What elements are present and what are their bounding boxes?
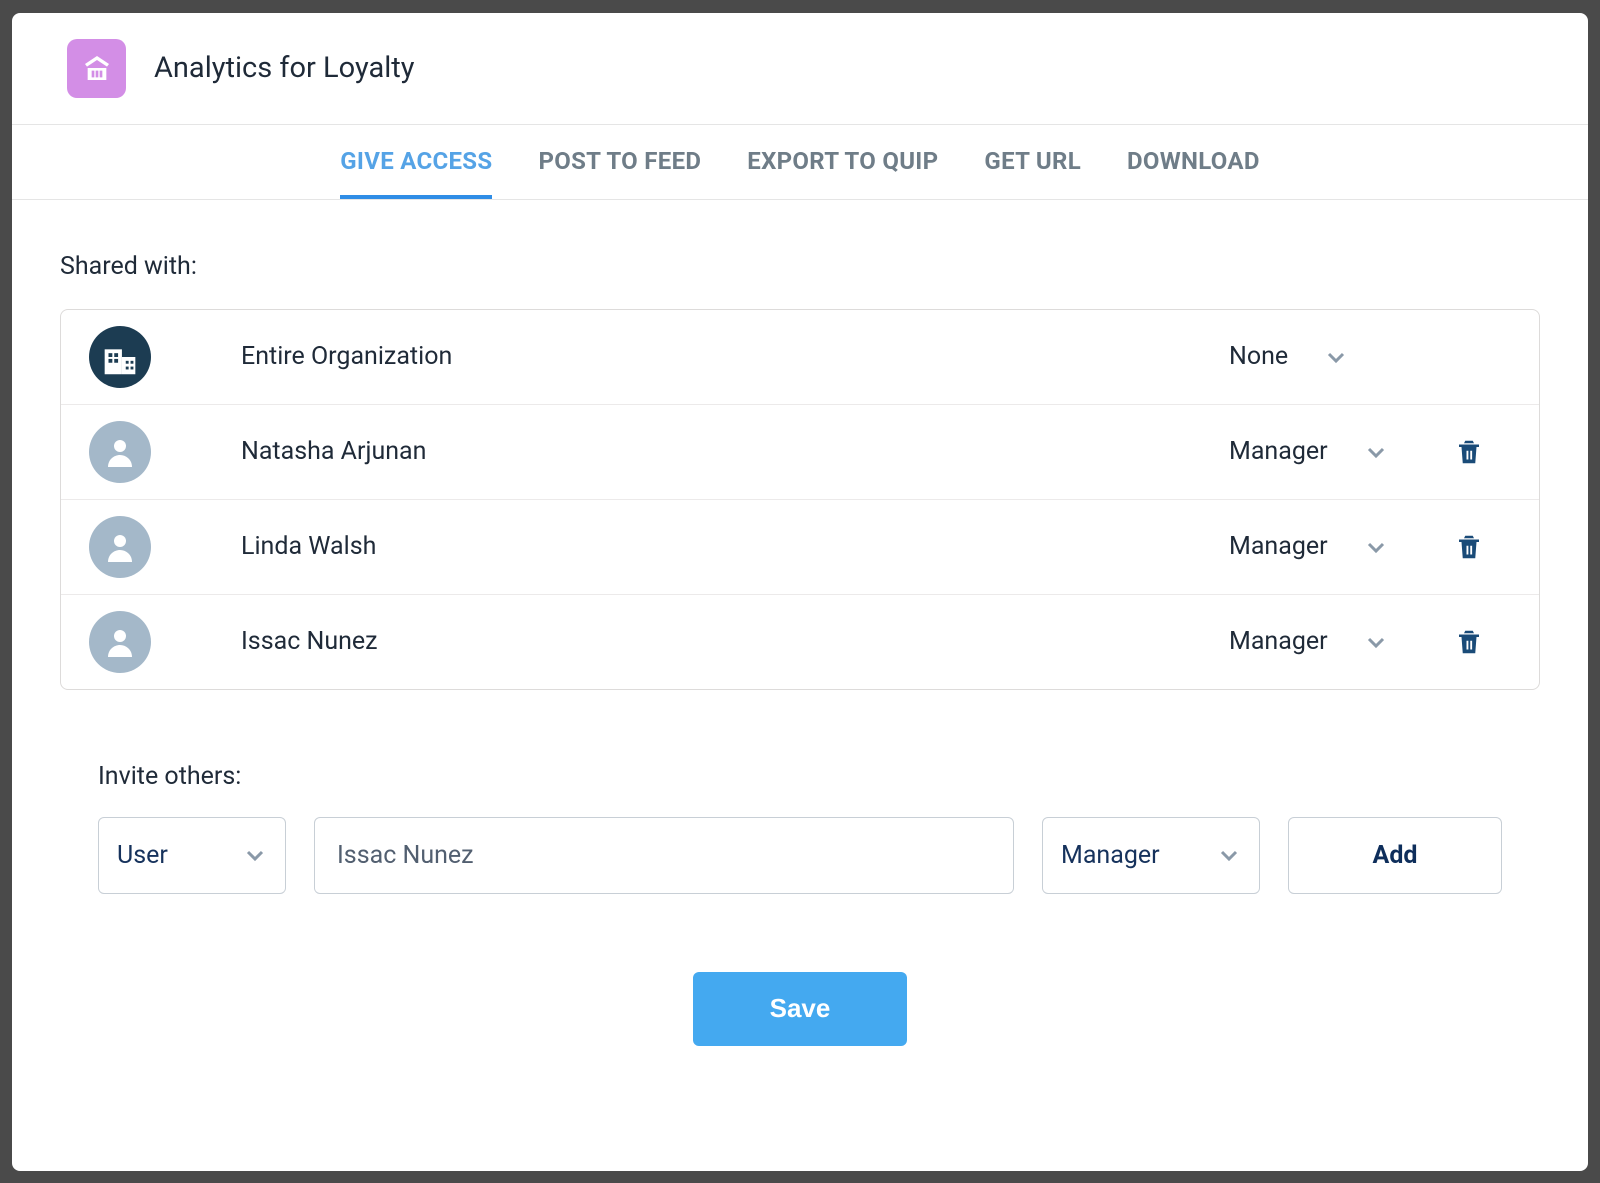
invite-type-select[interactable]: User — [98, 817, 286, 894]
tab-download[interactable]: DOWNLOAD — [1127, 125, 1260, 199]
dialog-header: Analytics for Loyalty — [12, 13, 1588, 124]
tab-post-to-feed[interactable]: POST TO FEED — [538, 125, 701, 199]
invite-role-select[interactable]: Manager — [1042, 817, 1260, 894]
share-row-user: Issac Nunez Manager — [61, 595, 1539, 689]
tab-get-url[interactable]: GET URL — [984, 125, 1081, 199]
add-button[interactable]: Add — [1288, 817, 1502, 894]
share-name: Issac Nunez — [241, 627, 1229, 656]
permission-value: Manager — [1229, 437, 1328, 466]
user-avatar-icon — [89, 611, 151, 673]
share-name: Entire Organization — [241, 342, 1229, 371]
invite-label: Invite others: — [98, 762, 1502, 791]
invite-section: Invite others: User Issac Nunez Manager … — [60, 762, 1540, 894]
share-name: Natasha Arjunan — [241, 437, 1229, 466]
delete-button[interactable] — [1429, 436, 1509, 468]
save-button[interactable]: Save — [693, 972, 907, 1046]
trash-icon — [1454, 531, 1484, 563]
permission-value: Manager — [1229, 532, 1328, 561]
dialog-footer: Save — [60, 972, 1540, 1102]
permission-dropdown[interactable]: Manager — [1229, 627, 1429, 656]
permission-dropdown[interactable]: Manager — [1229, 437, 1429, 466]
building-icon — [81, 52, 113, 84]
trash-icon — [1454, 626, 1484, 658]
delete-button[interactable] — [1429, 531, 1509, 563]
chevron-down-icon — [1217, 843, 1241, 867]
tab-export-to-quip[interactable]: EXPORT TO QUIP — [747, 125, 938, 199]
shared-with-label: Shared with: — [60, 252, 1540, 281]
org-icon — [89, 326, 151, 388]
user-avatar-icon — [89, 421, 151, 483]
app-icon — [67, 39, 126, 98]
chevron-down-icon — [1364, 440, 1388, 464]
share-row-org: Entire Organization None — [61, 310, 1539, 405]
share-name: Linda Walsh — [241, 532, 1229, 561]
trash-icon — [1454, 436, 1484, 468]
chevron-down-icon — [243, 843, 267, 867]
share-list: Entire Organization None Natasha Arjunan… — [60, 309, 1540, 690]
delete-button[interactable] — [1429, 626, 1509, 658]
tab-give-access[interactable]: GIVE ACCESS — [340, 125, 492, 199]
permission-dropdown[interactable]: Manager — [1229, 532, 1429, 561]
permission-value: Manager — [1229, 627, 1328, 656]
dialog-title: Analytics for Loyalty — [154, 51, 415, 85]
chevron-down-icon — [1324, 345, 1348, 369]
chevron-down-icon — [1364, 535, 1388, 559]
chevron-down-icon — [1364, 630, 1388, 654]
user-avatar-icon — [89, 516, 151, 578]
invite-name-value: Issac Nunez — [337, 841, 474, 870]
permission-dropdown[interactable]: None — [1229, 342, 1429, 371]
share-row-user: Linda Walsh Manager — [61, 500, 1539, 595]
tab-bar: GIVE ACCESS POST TO FEED EXPORT TO QUIP … — [12, 124, 1588, 200]
permission-value: None — [1229, 342, 1288, 371]
invite-row: User Issac Nunez Manager Add — [98, 817, 1502, 894]
invite-role-value: Manager — [1061, 841, 1160, 870]
invite-name-input[interactable]: Issac Nunez — [314, 817, 1014, 894]
share-dialog: Analytics for Loyalty GIVE ACCESS POST T… — [12, 13, 1588, 1171]
share-row-user: Natasha Arjunan Manager — [61, 405, 1539, 500]
invite-type-value: User — [117, 841, 168, 870]
content: Shared with: — [12, 200, 1588, 1171]
add-button-label: Add — [1373, 841, 1418, 870]
